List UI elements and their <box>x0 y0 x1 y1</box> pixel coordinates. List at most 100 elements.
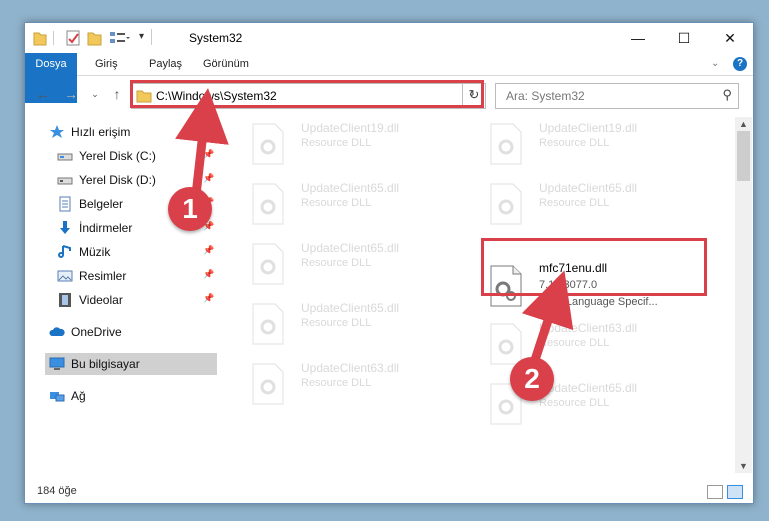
back-arrow-icon[interactable]: ← <box>35 85 51 103</box>
document-icon <box>59 196 71 212</box>
sidebar-item-this-pc[interactable]: Bu bilgisayar <box>45 353 217 375</box>
sidebar-item-pictures[interactable]: Resimler <box>57 265 217 287</box>
file-description: Resource DLL <box>539 197 610 209</box>
pin-icon[interactable]: 📌 <box>203 149 214 160</box>
vertical-scrollbar[interactable]: ▲ ▼ <box>735 117 752 473</box>
sidebar-item-label: Videolar <box>79 293 123 307</box>
dll-file-icon <box>490 123 522 165</box>
dll-file-icon <box>252 243 284 285</box>
file-description: Resource DLL <box>301 317 372 329</box>
sidebar-item-label: Yerel Disk (C:) <box>79 149 156 163</box>
scrollbar-thumb[interactable] <box>737 131 750 181</box>
status-bar: 184 öğe <box>25 479 753 503</box>
pin-icon[interactable]: 📌 <box>203 293 214 304</box>
sidebar-item-label: Resimler <box>79 269 127 283</box>
separator <box>53 31 54 45</box>
file-item[interactable]: UpdateClient65.dll Resource DLL <box>483 179 713 229</box>
close-button[interactable]: ✕ <box>707 23 753 53</box>
dll-file-icon <box>490 183 522 225</box>
star-icon <box>50 125 64 138</box>
drive-icon <box>57 153 73 161</box>
callout-badge-1: 1 <box>168 187 212 231</box>
details-view-icon[interactable] <box>707 485 723 499</box>
dll-file-icon <box>252 303 284 345</box>
file-name: UpdateClient65.dll <box>301 301 400 315</box>
file-item[interactable]: UpdateClient65.dll Resource DLL <box>245 239 475 289</box>
download-arrow-icon <box>60 221 70 234</box>
separator <box>151 29 152 45</box>
sidebar-item-network[interactable]: Ağ <box>49 385 209 407</box>
file-name: UpdateClient65.dll <box>539 181 638 195</box>
dll-file-icon <box>252 363 284 405</box>
view-options-icon[interactable] <box>109 29 131 47</box>
file-description: Resource DLL <box>301 377 372 389</box>
sidebar-item-label: İndirmeler <box>79 221 133 235</box>
file-highlight-box <box>481 238 707 296</box>
dll-file-icon <box>490 323 522 365</box>
item-count: 184 öğe <box>37 485 77 497</box>
sidebar-item-local-disk-c[interactable]: Yerel Disk (C:) <box>57 145 217 167</box>
scroll-up-icon[interactable]: ▲ <box>735 117 752 131</box>
folder-icon <box>33 32 47 46</box>
sidebar-item-label: Bu bilgisayar <box>71 357 140 371</box>
tab-share[interactable]: Paylaş <box>149 53 182 75</box>
search-box[interactable]: Ara: System32 ⚲ <box>495 83 739 109</box>
file-description: Resource DLL <box>539 337 610 349</box>
navigation-pane: Hızlı erişim Yerel Disk (C:) Yerel Disk … <box>25 117 217 473</box>
network-icon <box>50 392 65 402</box>
pin-icon[interactable]: 📌 <box>203 245 214 256</box>
recent-locations-icon[interactable]: ⌄ <box>87 85 103 103</box>
pin-icon[interactable]: 📌 <box>203 173 214 184</box>
music-note-icon <box>58 245 71 258</box>
search-placeholder: Ara: System32 <box>506 89 585 103</box>
sidebar-item-videos[interactable]: Videolar <box>57 289 217 311</box>
tab-view[interactable]: Görünüm <box>203 53 249 75</box>
customize-qa-icon[interactable]: ▾ <box>139 31 144 49</box>
file-item[interactable]: UpdateClient19.dll Resource DLL <box>483 119 713 169</box>
computer-icon <box>49 357 65 370</box>
sidebar-item-music[interactable]: Müzik <box>57 241 217 263</box>
dll-file-icon <box>252 123 284 165</box>
sidebar-item-onedrive[interactable]: OneDrive <box>49 321 209 343</box>
title-bar: ▾ System32 — ☐ ✕ <box>25 23 753 53</box>
file-item[interactable]: UpdateClient65.dll Resource DLL <box>245 179 475 229</box>
file-item[interactable]: UpdateClient63.dll Resource DLL <box>245 359 475 409</box>
new-folder-icon[interactable] <box>87 29 103 47</box>
forward-arrow-icon[interactable]: → <box>63 85 79 103</box>
file-name: UpdateClient63.dll <box>301 361 400 375</box>
minimize-button[interactable]: — <box>615 23 661 53</box>
sidebar-item-label: Yerel Disk (D:) <box>79 173 156 187</box>
ribbon-tabs: Dosya Giriş Paylaş Görünüm ⌄ ? <box>25 53 753 103</box>
sidebar-item-label: Hızlı erişim <box>71 125 131 139</box>
callout-badge-2: 2 <box>510 357 554 401</box>
sidebar-item-quick-access[interactable]: Hızlı erişim <box>49 121 209 143</box>
drive-icon <box>57 177 73 185</box>
sidebar-item-label: Müzik <box>79 245 111 259</box>
pin-icon[interactable]: 📌 <box>203 269 214 280</box>
file-name: UpdateClient65.dll <box>301 181 400 195</box>
file-name: UpdateClient65.dll <box>301 241 400 255</box>
window-title: System32 <box>189 31 243 45</box>
file-description: Resource DLL <box>301 197 372 209</box>
scroll-down-icon[interactable]: ▼ <box>735 459 752 473</box>
properties-icon[interactable] <box>65 29 81 47</box>
sidebar-item-label: OneDrive <box>71 325 122 339</box>
file-description: Resource DLL <box>301 137 372 149</box>
up-arrow-icon[interactable]: ↑ <box>109 85 125 103</box>
file-item[interactable]: UpdateClient65.dll Resource DLL <box>245 299 475 349</box>
file-name: UpdateClient19.dll <box>301 121 400 135</box>
expand-ribbon-icon[interactable]: ⌄ <box>711 53 719 75</box>
address-highlight-box <box>130 80 484 108</box>
tab-home[interactable]: Giriş <box>95 53 118 75</box>
maximize-button[interactable]: ☐ <box>661 23 707 53</box>
help-icon[interactable]: ? <box>733 57 747 71</box>
file-description: MFC Language Specif... <box>539 296 658 308</box>
film-icon <box>59 293 71 307</box>
file-item[interactable]: UpdateClient19.dll Resource DLL <box>245 119 475 169</box>
picture-icon <box>57 270 73 282</box>
file-name: UpdateClient65.dll <box>539 381 638 395</box>
file-name: UpdateClient19.dll <box>539 121 638 135</box>
large-icons-view-icon[interactable] <box>727 485 743 499</box>
file-description: Resource DLL <box>539 397 610 409</box>
search-icon: ⚲ <box>722 87 732 102</box>
